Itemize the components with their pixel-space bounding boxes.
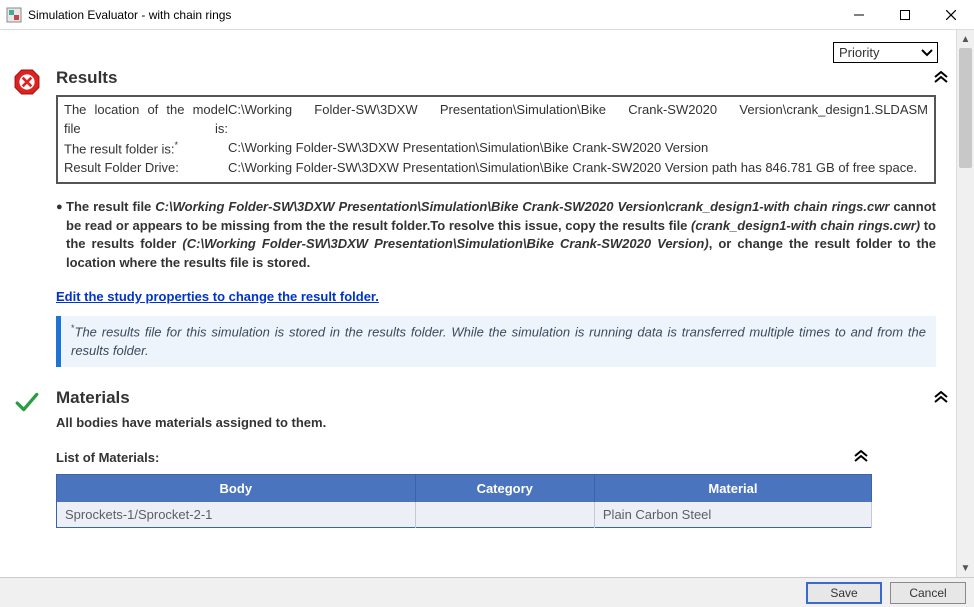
model-location-label: The location of the model file is: xyxy=(64,101,228,139)
footer: Save Cancel xyxy=(0,577,974,607)
scroll-thumb[interactable] xyxy=(959,48,972,168)
scroll-down-icon[interactable]: ▼ xyxy=(957,559,974,577)
results-info-box: The location of the model file is: C:\Wo… xyxy=(56,95,936,184)
col-category: Category xyxy=(415,475,594,503)
materials-list-header: List of Materials: xyxy=(56,446,872,468)
result-drive-label: Result Folder Drive: xyxy=(64,159,228,178)
result-folder-label: The result folder is:* xyxy=(64,139,228,159)
cancel-button[interactable]: Cancel xyxy=(890,582,966,604)
minimize-button[interactable] xyxy=(836,0,882,30)
results-section: Results The location of the model file i… xyxy=(12,67,956,385)
app-icon xyxy=(6,7,22,23)
results-heading: Results xyxy=(56,68,930,88)
vertical-scrollbar[interactable]: ▲ ▼ xyxy=(956,30,974,577)
collapse-results-button[interactable] xyxy=(930,67,952,89)
close-button[interactable] xyxy=(928,0,974,30)
check-icon xyxy=(14,389,40,418)
collapse-materials-button[interactable] xyxy=(930,387,952,409)
results-warning-text: The result file C:\Working Folder-SW\3DX… xyxy=(66,198,936,273)
table-header-row: Body Category Material xyxy=(57,475,872,503)
priority-dropdown-label: Priority xyxy=(839,45,879,60)
cell-material: Plain Carbon Steel xyxy=(594,502,871,528)
content-area: Priority Results The l xyxy=(0,36,956,577)
table-row[interactable]: Sprockets-1/Sprocket-2-1 Plain Carbon St… xyxy=(57,502,872,528)
materials-status-col xyxy=(12,387,56,418)
results-status-col xyxy=(12,67,56,98)
materials-assigned-text: All bodies have materials assigned to th… xyxy=(56,415,952,430)
results-warning: ● The result file C:\Working Folder-SW\3… xyxy=(56,192,952,277)
window-title: Simulation Evaluator - with chain rings xyxy=(28,8,231,22)
result-folder-value: C:\Working Folder-SW\3DXW Presentation\S… xyxy=(228,139,928,158)
materials-table: Body Category Material Sprockets-1/Sproc… xyxy=(56,474,872,528)
cell-body: Sprockets-1/Sprocket-2-1 xyxy=(57,502,416,528)
info-row: The result folder is:* C:\Working Folder… xyxy=(64,139,928,159)
results-note: *The results file for this simulation is… xyxy=(56,316,936,367)
edit-study-properties-link[interactable]: Edit the study properties to change the … xyxy=(56,289,379,304)
titlebar: Simulation Evaluator - with chain rings xyxy=(0,0,974,30)
model-location-value: C:\Working Folder-SW\3DXW Presentation\S… xyxy=(228,101,928,120)
collapse-materials-list-button[interactable] xyxy=(850,446,872,468)
window-controls xyxy=(836,0,974,30)
chevron-down-icon xyxy=(919,45,935,61)
scroll-up-icon[interactable]: ▲ xyxy=(957,30,974,48)
info-row: Result Folder Drive: C:\Working Folder-S… xyxy=(64,159,928,178)
materials-heading: Materials xyxy=(56,388,930,408)
chevron-double-up-icon xyxy=(933,69,949,88)
materials-section: Materials All bodies have materials assi… xyxy=(12,387,956,528)
materials-list-title: List of Materials: xyxy=(56,450,159,465)
chevron-double-up-icon xyxy=(933,389,949,408)
cell-category xyxy=(415,502,594,528)
bullet-icon: ● xyxy=(56,198,66,216)
toolbar: Priority xyxy=(12,36,956,65)
maximize-button[interactable] xyxy=(882,0,928,30)
info-row: The location of the model file is: C:\Wo… xyxy=(64,101,928,139)
col-material: Material xyxy=(594,475,871,503)
col-body: Body xyxy=(57,475,416,503)
save-button[interactable]: Save xyxy=(806,582,882,604)
priority-dropdown[interactable]: Priority xyxy=(833,42,938,63)
error-icon xyxy=(14,69,40,98)
chevron-double-up-icon xyxy=(853,448,869,467)
result-drive-value: C:\Working Folder-SW\3DXW Presentation\S… xyxy=(228,159,928,178)
